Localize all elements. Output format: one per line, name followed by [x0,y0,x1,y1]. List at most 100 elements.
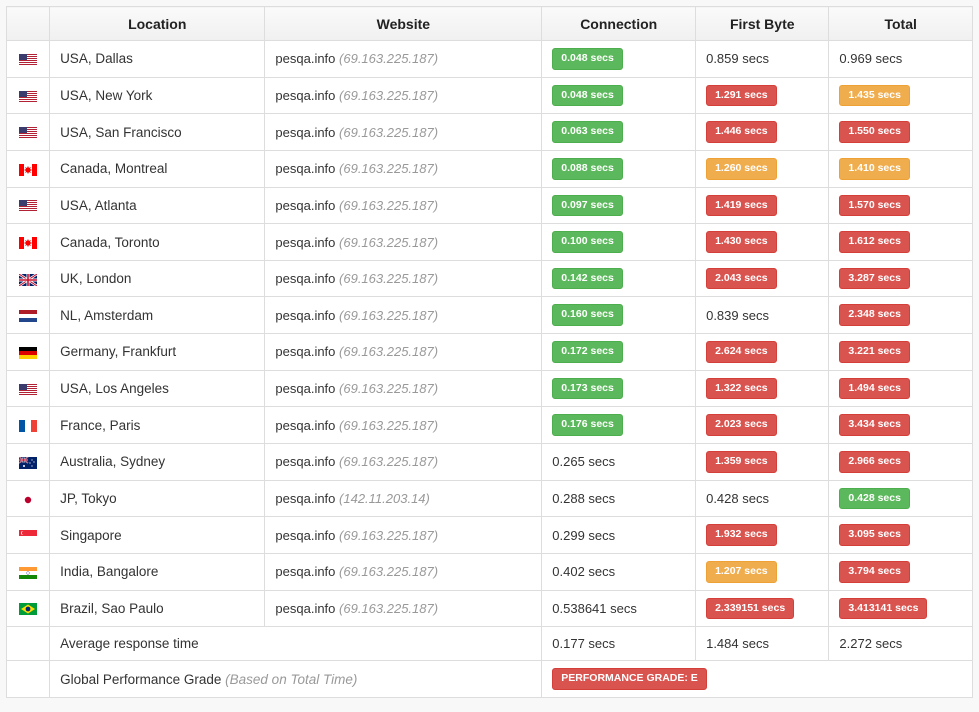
table-row: USA, New Yorkpesqa.info (69.163.225.187)… [7,77,973,114]
ca-flag-icon [7,150,50,187]
br-flag-icon [7,590,50,627]
total-cell: 1.612 secs [829,224,973,261]
table-row: Canada, Torontopesqa.info (69.163.225.18… [7,224,973,261]
header-location[interactable]: Location [50,7,265,41]
metric-badge: 3.221 secs [839,341,910,363]
total-cell: 3.413141 secs [829,590,973,627]
website-cell: pesqa.info (69.163.225.187) [265,297,542,334]
metric-badge: 3.095 secs [839,524,910,546]
table-row: USA, Los Angelespesqa.info (69.163.225.1… [7,370,973,407]
location-cell: Canada, Toronto [50,224,265,261]
website-cell: pesqa.info (69.163.225.187) [265,517,542,554]
de-flag-icon [7,334,50,371]
first-byte-cell: 1.359 secs [696,444,829,481]
table-row: Singaporepesqa.info (69.163.225.187)0.29… [7,517,973,554]
website-domain: pesqa.info [275,198,335,213]
average-total: 2.272 secs [829,627,973,661]
grade-label: Global Performance Grade [60,672,221,687]
grade-label-cell: Global Performance Grade (Based on Total… [50,661,542,698]
website-cell: pesqa.info (69.163.225.187) [265,41,542,78]
metric-badge: 2.348 secs [839,304,910,326]
connection-cell: 0.048 secs [542,41,696,78]
average-label: Average response time [50,627,542,661]
table-row: Australia, Sydneypesqa.info (69.163.225.… [7,444,973,481]
us-flag-icon [7,187,50,224]
metric-badge: 1.322 secs [706,378,777,400]
header-connection[interactable]: Connection [542,7,696,41]
website-domain: pesqa.info [275,454,335,469]
total-cell: 1.494 secs [829,370,973,407]
connection-cell: 0.176 secs [542,407,696,444]
metric-badge: 1.359 secs [706,451,777,473]
metric-badge: 1.291 secs [706,85,777,107]
website-cell: pesqa.info (69.163.225.187) [265,407,542,444]
us-flag-icon [7,370,50,407]
metric-badge: 0.160 secs [552,304,623,326]
connection-cell: 0.299 secs [542,517,696,554]
metric-badge: 1.550 secs [839,121,910,143]
metric-badge: 1.612 secs [839,231,910,253]
metric-badge: 2.624 secs [706,341,777,363]
website-ip: (69.163.225.187) [339,88,438,103]
total-cell: 3.095 secs [829,517,973,554]
table-row: India, Bangalorepesqa.info (69.163.225.1… [7,553,973,590]
website-cell: pesqa.info (69.163.225.187) [265,370,542,407]
location-cell: India, Bangalore [50,553,265,590]
website-ip: (69.163.225.187) [339,198,438,213]
connection-cell: 0.160 secs [542,297,696,334]
location-cell: USA, New York [50,77,265,114]
metric-badge: 0.048 secs [552,48,623,70]
metric-badge: 3.413141 secs [839,598,927,620]
first-byte-cell: 1.260 secs [696,150,829,187]
metric-badge: 0.176 secs [552,414,623,436]
website-domain: pesqa.info [275,564,335,579]
first-byte-cell: 1.430 secs [696,224,829,261]
location-cell: JP, Tokyo [50,480,265,517]
first-byte-cell: 1.322 secs [696,370,829,407]
table-row: USA, Atlantapesqa.info (69.163.225.187)0… [7,187,973,224]
uk-flag-icon [7,260,50,297]
metric-badge: 1.570 secs [839,195,910,217]
website-domain: pesqa.info [275,161,335,176]
total-cell: 1.435 secs [829,77,973,114]
website-ip: (69.163.225.187) [339,125,438,140]
total-cell: 3.794 secs [829,553,973,590]
metric-badge: 0.088 secs [552,158,623,180]
total-cell: 2.966 secs [829,444,973,481]
header-website[interactable]: Website [265,7,542,41]
location-cell: USA, Dallas [50,41,265,78]
website-cell: pesqa.info (69.163.225.187) [265,114,542,151]
metric-badge: 1.419 secs [706,195,777,217]
table-row: JP, Tokyopesqa.info (142.11.203.14)0.288… [7,480,973,517]
connection-cell: 0.172 secs [542,334,696,371]
website-domain: pesqa.info [275,491,335,506]
first-byte-cell: 2.023 secs [696,407,829,444]
first-byte-cell: 2.043 secs [696,260,829,297]
header-first-byte[interactable]: First Byte [696,7,829,41]
metric-badge: 2.023 secs [706,414,777,436]
connection-cell: 0.142 secs [542,260,696,297]
metric-badge: 1.494 secs [839,378,910,400]
location-cell: Canada, Montreal [50,150,265,187]
website-cell: pesqa.info (69.163.225.187) [265,260,542,297]
location-cell: Brazil, Sao Paulo [50,590,265,627]
website-domain: pesqa.info [275,125,335,140]
fr-flag-icon [7,407,50,444]
website-cell: pesqa.info (69.163.225.187) [265,334,542,371]
table-row: Canada, Montrealpesqa.info (69.163.225.1… [7,150,973,187]
website-domain: pesqa.info [275,381,335,396]
total-cell: 0.428 secs [829,480,973,517]
connection-cell: 0.173 secs [542,370,696,407]
website-cell: pesqa.info (142.11.203.14) [265,480,542,517]
website-ip: (69.163.225.187) [339,418,438,433]
total-cell: 3.221 secs [829,334,973,371]
header-total[interactable]: Total [829,7,973,41]
website-domain: pesqa.info [275,308,335,323]
website-cell: pesqa.info (69.163.225.187) [265,553,542,590]
metric-badge: 1.430 secs [706,231,777,253]
location-cell: Singapore [50,517,265,554]
first-byte-cell: 2.339151 secs [696,590,829,627]
metric-badge: 1.207 secs [706,561,777,583]
website-ip: (69.163.225.187) [339,235,438,250]
performance-grade-badge: PERFORMANCE GRADE: E [552,668,707,690]
